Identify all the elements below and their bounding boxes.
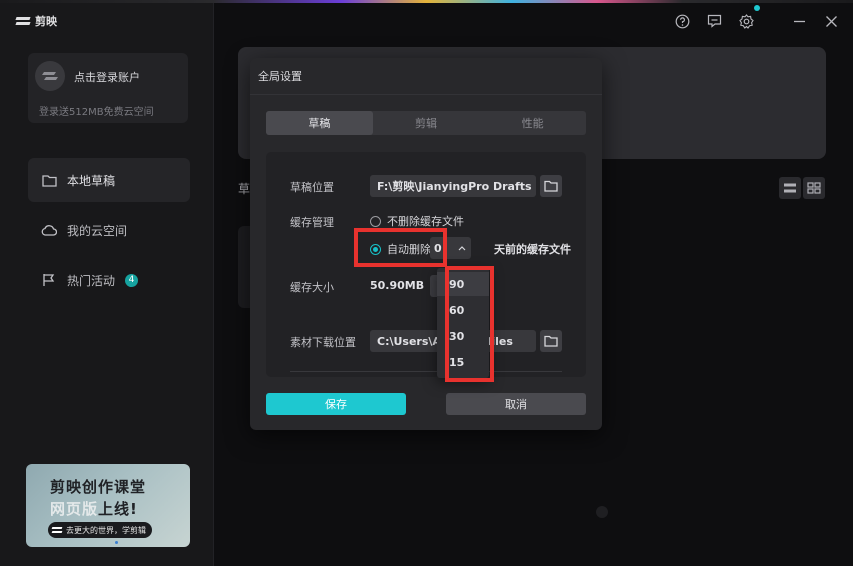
list-view-icon[interactable] <box>779 177 801 199</box>
minimize-icon[interactable] <box>790 12 808 30</box>
dialog-divider <box>250 94 602 95</box>
download-location-label: 素材下载位置 <box>290 336 356 349</box>
panel-divider <box>290 371 562 372</box>
radio-keep-cache[interactable] <box>370 215 381 227</box>
help-icon[interactable] <box>673 12 691 30</box>
close-icon[interactable] <box>822 12 840 30</box>
promo-slogan: 去更大的世界，学剪辑 <box>66 525 146 535</box>
save-button[interactable]: 保存 <box>266 393 406 415</box>
login-title[interactable]: 点击登录账户 <box>74 69 140 85</box>
sidebar-item-label: 本地草稿 <box>67 173 116 188</box>
tab-drafts[interactable]: 草稿 <box>266 111 373 135</box>
draft-location-field[interactable]: F:\剪映\JianyingPro Drafts <box>370 175 536 197</box>
dropdown-option-90[interactable]: 90 <box>437 272 489 296</box>
drafts-settings-panel: 草稿位置 F:\剪映\JianyingPro Drafts 缓存管理 不删除缓存… <box>266 152 586 377</box>
promo-line1: 剪映创作课堂 <box>50 478 147 496</box>
draft-location-label: 草稿位置 <box>290 181 334 194</box>
sidebar: 剪映 点击登录账户 登录送512MB免费云空间 本地草稿 我的云空间 热门活动 … <box>0 3 214 566</box>
promo-banner[interactable]: 剪映创作课堂 网页版上线! 去更大的世界，学剪辑 <box>26 464 190 547</box>
radio-auto-delete[interactable] <box>370 243 381 255</box>
notification-badge: 4 <box>125 273 139 287</box>
login-card[interactable]: 点击登录账户 登录送512MB免费云空间 <box>28 53 188 123</box>
carousel-indicator[interactable] <box>115 541 118 544</box>
folder-icon <box>544 180 558 192</box>
tab-performance[interactable]: 性能 <box>479 111 586 135</box>
dropdown-option-15[interactable]: 15 <box>437 350 489 374</box>
option-auto-delete[interactable]: 自动删除 <box>370 241 431 257</box>
cancel-button[interactable]: 取消 <box>446 393 586 415</box>
grid-view-icon[interactable] <box>803 177 825 199</box>
cloud-icon <box>41 222 57 238</box>
capcut-logo-icon <box>16 16 30 26</box>
cache-days-value: 0 <box>434 241 442 255</box>
feedback-icon[interactable] <box>705 12 723 30</box>
chevron-up-icon <box>458 246 466 251</box>
option-keep-cache[interactable]: 不删除缓存文件 <box>370 213 464 229</box>
cache-size-label: 缓存大小 <box>290 281 334 294</box>
avatar[interactable] <box>35 61 65 91</box>
app-logo: 剪映 <box>16 13 57 29</box>
cache-size-value: 50.90MB <box>370 279 425 292</box>
folder-icon <box>41 172 57 188</box>
dropdown-option-30[interactable]: 30 <box>437 324 489 348</box>
cache-days-select[interactable]: 0 <box>430 237 471 259</box>
promo-line2: 网页版上线! <box>50 498 138 519</box>
sidebar-item-hot-events[interactable]: 热门活动 4 <box>28 258 190 302</box>
draft-thumbnail[interactable] <box>238 226 250 308</box>
promo-line2-rest: 上线! <box>98 500 138 518</box>
cache-days-dropdown: 90 60 30 15 <box>437 268 489 378</box>
cache-days-suffix: 天前的缓存文件 <box>494 243 571 256</box>
view-switch <box>779 177 827 199</box>
folder-icon <box>544 335 558 347</box>
draft-location-browse-button[interactable] <box>540 175 562 197</box>
dropdown-option-60[interactable]: 60 <box>437 298 489 322</box>
scroll-indicator <box>596 506 608 518</box>
settings-notification-dot <box>754 5 760 11</box>
dialog-title: 全局设置 <box>258 70 302 83</box>
settings-tabs: 草稿 剪辑 性能 <box>266 111 586 135</box>
tab-editing[interactable]: 剪辑 <box>373 111 480 135</box>
cache-management-label: 缓存管理 <box>290 216 334 229</box>
login-subtitle: 登录送512MB免费云空间 <box>39 107 154 118</box>
capcut-avatar-icon <box>42 72 58 80</box>
download-location-browse-button[interactable] <box>540 330 562 352</box>
sidebar-item-local-drafts[interactable]: 本地草稿 <box>28 158 190 202</box>
promo-line2-highlight: 网页版 <box>50 500 99 518</box>
flag-icon <box>41 272 57 288</box>
gear-icon[interactable] <box>737 12 755 30</box>
download-location-value-right: files <box>486 334 513 348</box>
app-name: 剪映 <box>35 15 57 28</box>
sidebar-item-label: 热门活动 <box>67 273 116 288</box>
option-keep-cache-label: 不删除缓存文件 <box>387 215 464 228</box>
drafts-section-label: 草 <box>238 182 251 196</box>
global-settings-dialog: 全局设置 草稿 剪辑 性能 草稿位置 F:\剪映\JianyingPro Dra… <box>250 58 602 430</box>
promo-slogan-pill: 去更大的世界，学剪辑 <box>48 522 152 538</box>
download-location-value-left: C:\Users\A <box>377 334 441 348</box>
capcut-logo-icon <box>52 526 62 534</box>
sidebar-item-cloud-space[interactable]: 我的云空间 <box>28 208 190 252</box>
sidebar-item-label: 我的云空间 <box>67 223 128 238</box>
option-auto-delete-label: 自动删除 <box>387 243 431 256</box>
